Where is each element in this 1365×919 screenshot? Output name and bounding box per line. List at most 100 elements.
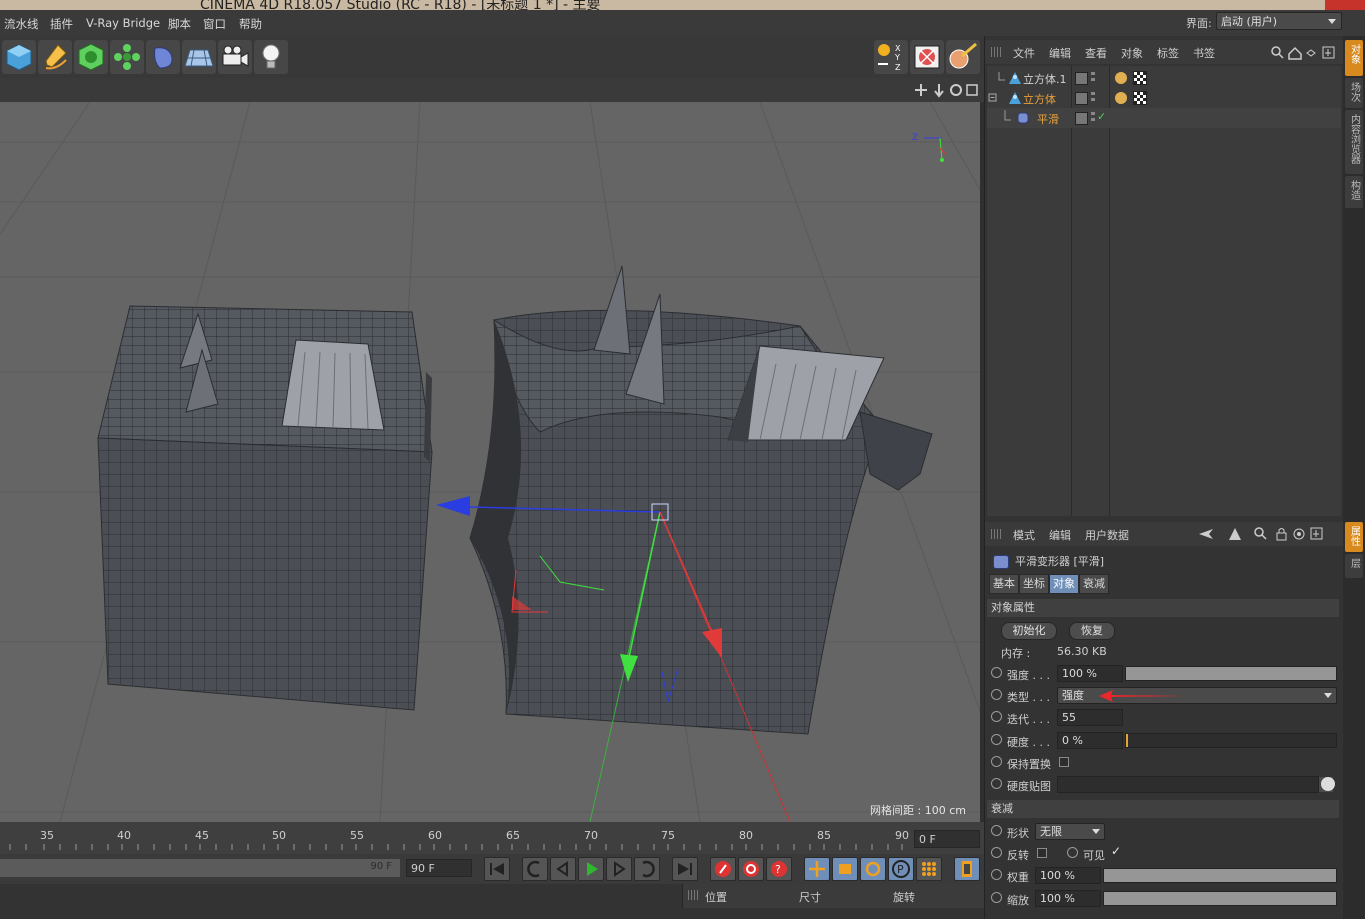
om-menu-file[interactable]: 文件 — [1013, 45, 1035, 61]
material-tag-icon[interactable] — [1133, 91, 1147, 105]
stiffness-slider[interactable] — [1125, 733, 1337, 748]
menu-window[interactable]: 窗口 — [203, 16, 226, 32]
current-frame-field[interactable]: 0 F — [914, 830, 980, 848]
animate-radio[interactable] — [991, 869, 1002, 880]
side-tab-layers[interactable]: 层 — [1345, 554, 1363, 578]
om-menu-objects[interactable]: 对象 — [1121, 45, 1143, 61]
side-tab-content-browser[interactable]: 内容浏览器 — [1345, 110, 1363, 174]
weight-field[interactable]: 100 % — [1035, 867, 1101, 884]
weight-slider[interactable] — [1103, 868, 1337, 883]
side-tab-objects[interactable]: 对象 — [1345, 40, 1363, 76]
grip-icon[interactable] — [991, 47, 1001, 57]
stiffness-map-field[interactable] — [1057, 776, 1319, 793]
frame-range-slider[interactable]: 90 F — [0, 859, 400, 877]
pla-key-icon[interactable] — [916, 857, 942, 881]
menu-script[interactable]: 脚本 — [168, 16, 191, 32]
om-header-icons[interactable] — [1271, 45, 1337, 61]
strength-slider[interactable] — [1125, 666, 1337, 681]
record-keys-icon[interactable] — [710, 857, 736, 881]
strength-field[interactable]: 100 % — [1057, 665, 1123, 682]
animate-radio[interactable] — [991, 892, 1002, 903]
menu-help[interactable]: 帮助 — [239, 16, 262, 32]
menu-plugins[interactable]: 插件 — [50, 16, 73, 32]
interface-select[interactable]: 启动 (用户) — [1216, 12, 1342, 30]
layer-icon[interactable] — [1075, 72, 1088, 85]
pick-object-icon[interactable] — [1321, 777, 1335, 791]
side-tab-takes[interactable]: 场次 — [1345, 78, 1363, 108]
autokey-icon[interactable] — [738, 857, 764, 881]
om-menu-edit[interactable]: 编辑 — [1049, 45, 1071, 61]
am-menu-edit[interactable]: 编辑 — [1049, 527, 1071, 543]
play-icon[interactable] — [578, 857, 604, 881]
shape-dropdown[interactable]: 无限 — [1035, 823, 1105, 840]
am-menu-mode[interactable]: 模式 — [1013, 527, 1035, 543]
menu-pipeline[interactable]: 流水线 — [4, 16, 39, 32]
keep-displacement-checkbox[interactable] — [1059, 757, 1069, 767]
visibility-dots-icon[interactable] — [1091, 72, 1095, 84]
tree-row-cube[interactable]: 立方体 — [987, 88, 1341, 108]
pen-icon[interactable] — [38, 40, 72, 74]
invert-checkbox[interactable] — [1037, 848, 1047, 858]
animate-radio[interactable] — [991, 778, 1002, 789]
prev-key-icon[interactable] — [522, 857, 548, 881]
rotate-key-icon[interactable] — [860, 857, 886, 881]
scale-key-icon[interactable] — [832, 857, 858, 881]
next-frame-icon[interactable] — [606, 857, 632, 881]
render-settings-icon[interactable] — [946, 40, 980, 74]
layer-icon[interactable] — [1075, 112, 1088, 125]
floor-icon[interactable] — [182, 40, 216, 74]
grip-icon[interactable] — [991, 529, 1001, 539]
visibility-dots-icon[interactable] — [1091, 92, 1095, 104]
cube-icon[interactable] — [2, 40, 36, 74]
timeline-ruler[interactable]: 35 40 45 50 55 60 65 70 75 80 85 90 0 F — [0, 822, 984, 854]
keyframe-help-icon[interactable]: ? — [766, 857, 792, 881]
visibility-dots-icon[interactable] — [1091, 112, 1095, 124]
init-button[interactable]: 初始化 — [1001, 622, 1057, 640]
tab-object[interactable]: 对象 — [1049, 574, 1079, 594]
iterations-field[interactable]: 55 — [1057, 709, 1123, 726]
move-key-icon[interactable] — [804, 857, 830, 881]
deformer-icon[interactable] — [146, 40, 180, 74]
scale-field[interactable]: 100 % — [1035, 890, 1101, 907]
phong-tag-icon[interactable] — [1115, 72, 1127, 84]
phong-tag-icon[interactable] — [1115, 92, 1127, 104]
enabled-check-icon[interactable]: ✓ — [1097, 110, 1106, 123]
layer-icon[interactable] — [1075, 92, 1088, 105]
go-to-end-icon[interactable] — [672, 857, 698, 881]
scale-slider[interactable] — [1103, 891, 1337, 906]
om-menu-bookmarks[interactable]: 书签 — [1193, 45, 1215, 61]
close-button[interactable] — [1325, 0, 1365, 10]
tree-row-cube-1[interactable]: 立方体.1 — [987, 68, 1341, 88]
menu-vray-bridge[interactable]: V-Ray Bridge — [86, 16, 160, 30]
param-key-icon[interactable]: P — [888, 857, 914, 881]
object-name[interactable]: 立方体.1 — [1023, 71, 1067, 87]
3d-viewport[interactable]: Z 网格间距 : 100 cm — [0, 102, 980, 822]
om-menu-view[interactable]: 查看 — [1085, 45, 1107, 61]
visible-check-icon[interactable]: ✓ — [1111, 844, 1121, 858]
light-icon[interactable] — [254, 40, 288, 74]
animate-radio[interactable] — [991, 847, 1002, 858]
section-object-properties[interactable]: 对象属性 — [987, 599, 1339, 617]
viewport-nav-icons[interactable] — [912, 82, 978, 98]
object-name[interactable]: 立方体 — [1023, 91, 1056, 107]
tab-basic[interactable]: 基本 — [989, 574, 1019, 594]
animate-radio[interactable] — [991, 689, 1002, 700]
array-icon[interactable] — [110, 40, 144, 74]
side-tab-attributes[interactable]: 属性 — [1345, 522, 1363, 552]
prev-frame-icon[interactable] — [550, 857, 576, 881]
animate-radio[interactable] — [991, 825, 1002, 836]
end-frame-field[interactable]: 90 F — [406, 859, 472, 877]
coordinate-system-icon[interactable]: XYZ — [874, 40, 908, 74]
animate-radio[interactable] — [991, 756, 1002, 767]
stiffness-field[interactable]: 0 % — [1057, 732, 1123, 749]
tree-row-smoothing[interactable]: 平滑 ✓ — [987, 108, 1341, 128]
animate-radio[interactable] — [991, 711, 1002, 722]
camera-icon[interactable] — [218, 40, 252, 74]
tab-coordinates[interactable]: 坐标 — [1019, 574, 1049, 594]
object-name[interactable]: 平滑 — [1037, 111, 1059, 127]
tab-falloff[interactable]: 衰减 — [1079, 574, 1109, 594]
timeline-film-icon[interactable] — [954, 857, 980, 881]
grip-icon[interactable] — [688, 890, 698, 900]
am-header-icons[interactable] — [1197, 526, 1341, 542]
animate-radio[interactable] — [991, 734, 1002, 745]
